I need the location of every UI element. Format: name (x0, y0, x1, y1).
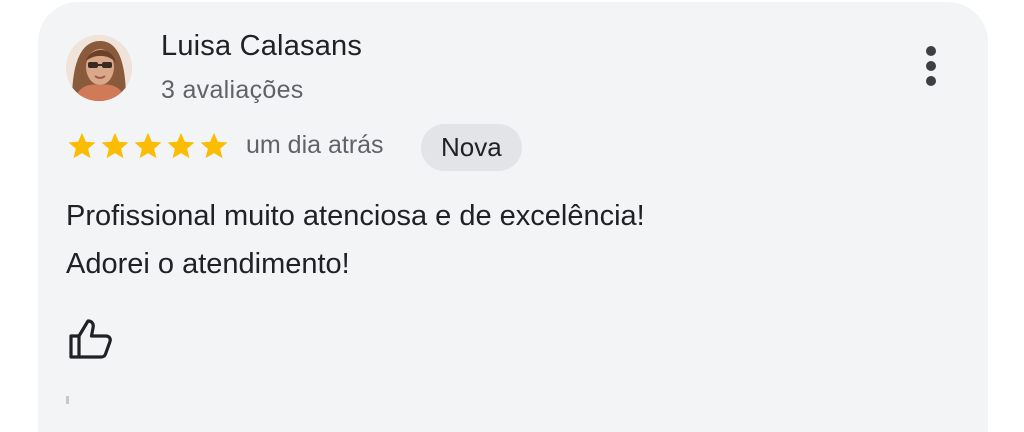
star-icon (101, 132, 129, 159)
more-vert-icon (926, 46, 936, 86)
thumb-up-icon (69, 319, 112, 359)
review-time-ago: um dia atrás (246, 131, 384, 159)
author-name[interactable]: Luisa Calasans (161, 30, 362, 63)
review-text-line: Adorei o atendimento! (66, 248, 350, 280)
star-icon (167, 132, 195, 159)
profile-photo-icon (66, 35, 132, 101)
list-divider (66, 396, 69, 404)
star-icon (134, 132, 162, 159)
review-text: Profissional muito atenciosa e de excelê… (66, 192, 926, 288)
like-button[interactable] (66, 314, 116, 364)
star-rating (66, 130, 230, 162)
more-options-button[interactable] (910, 44, 952, 92)
star-icon (68, 132, 96, 159)
star-icon (200, 132, 228, 159)
new-badge: Nova (421, 124, 522, 171)
author-avatar[interactable] (66, 35, 132, 101)
author-review-count: 3 avaliações (161, 76, 304, 104)
review-text-line: Profissional muito atenciosa e de excelê… (66, 200, 645, 232)
